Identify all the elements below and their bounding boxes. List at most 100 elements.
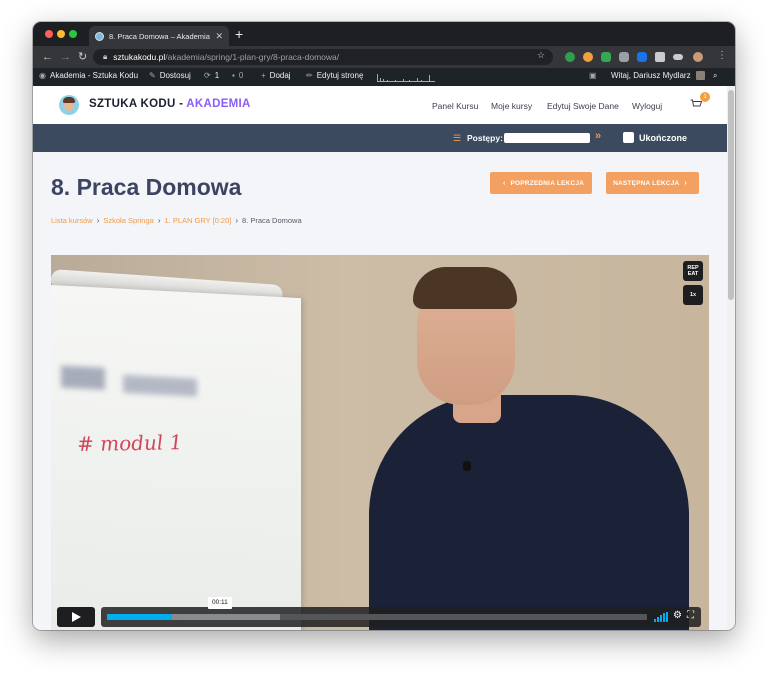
back-icon[interactable]: ← (42, 50, 53, 64)
breadcrumb-module[interactable]: 1. PLAN GRY [0:20] (164, 216, 231, 225)
presenter-shirt (369, 395, 689, 630)
board-handwriting: # modul 1 (76, 430, 184, 457)
nav-panel-kursu[interactable]: Panel Kursu (432, 101, 478, 111)
next-lesson-button[interactable]: NASTĘPNA LEKCJA › (606, 172, 699, 194)
url-path: /akademia/spring/1-plan-gry/8-praca-domo… (165, 52, 340, 62)
cart-icon[interactable] (690, 99, 702, 109)
played-range (107, 614, 172, 620)
admin-comments-count: 0 (238, 71, 244, 80)
site-brand[interactable]: SZTUKA KODU - AKADEMIA (89, 98, 251, 110)
new-tab-icon[interactable]: + (235, 25, 243, 43)
playback-speed-button[interactable]: 1x (683, 285, 703, 305)
seek-bar[interactable] (107, 614, 647, 620)
progress-arrows-icon[interactable]: » (595, 130, 601, 142)
scrollbar-thumb[interactable] (728, 90, 734, 300)
extension-green-icon[interactable] (601, 52, 611, 62)
breadcrumb-chevron-icon: › (235, 216, 239, 225)
comment-icon: ▪ (232, 71, 235, 80)
admin-edit-link[interactable]: ✏︎ Edytuj stronę (306, 71, 363, 80)
settings-gear-icon[interactable]: ⚙ (673, 610, 682, 622)
next-lesson-label: NASTĘPNA LEKCJA (613, 179, 680, 187)
tab-title: 8. Praca Domowa – Akademia (109, 31, 210, 41)
flipchart-board: # modul 1 (51, 285, 301, 630)
admin-comments-link[interactable]: ▪ 0 (232, 71, 243, 80)
extension-blue-icon[interactable] (637, 52, 647, 62)
video-player[interactable]: # modul 1 REP EAT 1x 00:11 ⚙ ⛶ (51, 255, 709, 630)
pencil-icon: ✏︎ (306, 71, 313, 80)
brush-icon: ✎ (149, 71, 156, 80)
reload-icon[interactable]: ↻ (78, 50, 87, 64)
wp-admin-bar: ◉ Akademia - Sztuka Kodu ✎ Dostosuj ⟳ 1 … (33, 68, 735, 86)
close-window-button[interactable] (45, 30, 53, 38)
close-tab-icon[interactable]: ✕ (215, 31, 223, 42)
minimize-window-button[interactable] (57, 30, 65, 38)
extension-cookie-icon[interactable] (583, 52, 593, 62)
profile-avatar[interactable] (693, 52, 703, 62)
chevron-left-icon: ‹ (502, 179, 506, 187)
cart-count-badge: 1 (700, 92, 710, 102)
nav-moje-kursy[interactable]: Moje kursy (491, 101, 532, 111)
progress-label: Postępy: (467, 133, 503, 143)
previous-lesson-button[interactable]: ‹ POPRZEDNIA LEKCJA (490, 172, 592, 194)
list-icon: ☰ (453, 133, 462, 143)
page-scrollbar[interactable] (727, 86, 735, 630)
video-controls: 00:11 ⚙ ⛶ (51, 597, 709, 630)
stats-sparkline-icon[interactable] (377, 72, 435, 82)
chevron-right-icon: › (684, 179, 687, 187)
browser-window: 8. Praca Domowa – Akademia ✕ + ← → ↻ 🔒︎ … (33, 22, 735, 630)
current-time-tooltip: 00:11 (208, 597, 232, 609)
notification-icon: ▣ (589, 71, 597, 80)
progress-track (504, 133, 590, 143)
breadcrumb-chevron-icon: › (157, 216, 161, 225)
tab-bar: 8. Praca Domowa – Akademia ✕ + (33, 22, 735, 46)
fullscreen-icon[interactable]: ⛶ (687, 610, 694, 622)
extension-camera-icon[interactable] (619, 52, 629, 62)
bookmark-star-icon[interactable]: ☆ (537, 50, 545, 61)
brand-separator: - (175, 98, 187, 110)
admin-site-label: Akademia - Sztuka Kodu (49, 71, 139, 80)
admin-account-link[interactable]: Witaj, Dariusz Mydlarz (611, 71, 705, 80)
admin-site-link[interactable]: ◉ Akademia - Sztuka Kodu (39, 71, 138, 80)
complete-checkbox[interactable] (623, 132, 634, 143)
previous-lesson-label: POPRZEDNIA LEKCJA (510, 179, 585, 187)
browser-menu-icon[interactable]: ⋮ (717, 50, 727, 61)
play-button[interactable] (57, 607, 95, 627)
page-title: 8. Praca Domowa (51, 174, 242, 200)
browser-tab[interactable]: 8. Praca Domowa – Akademia ✕ (89, 26, 229, 46)
breadcrumb-course[interactable]: Szkoła Springa (103, 216, 153, 225)
breadcrumb-course-list[interactable]: Lista kursów (51, 216, 93, 225)
admin-updates-link[interactable]: ⟳ 1 (204, 71, 219, 80)
admin-notification[interactable]: ▣ (589, 71, 601, 80)
volume-icon[interactable] (654, 612, 668, 622)
breadcrumb-chevron-icon: › (96, 216, 100, 225)
repeat-button[interactable]: REP EAT (683, 261, 703, 281)
brand-accent: AKADEMIA (186, 98, 251, 110)
complete-label: Ukończone (639, 133, 688, 143)
breadcrumb: Lista kursów › Szkoła Springa › 1. PLAN … (51, 216, 302, 225)
extensions-puzzle-icon[interactable] (655, 52, 665, 62)
lesson-content: 8. Praca Domowa ‹ POPRZEDNIA LEKCJA NAST… (33, 152, 727, 630)
brand-name: SZTUKA KODU (89, 98, 176, 110)
forward-icon[interactable]: → (60, 50, 71, 64)
lock-icon: 🔒︎ (103, 52, 108, 61)
site-header: SZTUKA KODU - AKADEMIA Panel Kursu Moje … (33, 86, 727, 124)
browser-toolbar: ← → ↻ 🔒︎ sztukakodu.pl /akademia/spring/… (33, 46, 735, 68)
admin-customize-link[interactable]: ✎ Dostosuj (149, 71, 191, 80)
admin-edit-label: Edytuj stronę (316, 71, 364, 80)
admin-avatar (695, 71, 705, 80)
control-bar: 00:11 ⚙ ⛶ (101, 597, 701, 627)
maximize-window-button[interactable] (69, 30, 77, 38)
nav-edytuj-dane[interactable]: Edytuj Swoje Dane (547, 101, 619, 111)
admin-add-label: Dodaj (269, 71, 291, 80)
dashboard-icon: ◉ (39, 71, 46, 80)
extension-shield-icon[interactable] (565, 52, 575, 62)
breadcrumb-current: 8. Praca Domowa (242, 216, 302, 225)
lapel-mic (463, 461, 471, 471)
reading-list-icon[interactable] (673, 54, 683, 60)
admin-greeting: Witaj, Dariusz Mydlarz (611, 71, 691, 80)
site-logo-avatar[interactable] (59, 95, 79, 115)
nav-wyloguj[interactable]: Wyloguj (632, 101, 662, 111)
address-bar[interactable]: 🔒︎ sztukakodu.pl /akademia/spring/1-plan… (93, 49, 553, 65)
admin-add-link[interactable]: + Dodaj (261, 71, 291, 80)
admin-search-icon[interactable]: ⌕ (713, 71, 717, 81)
